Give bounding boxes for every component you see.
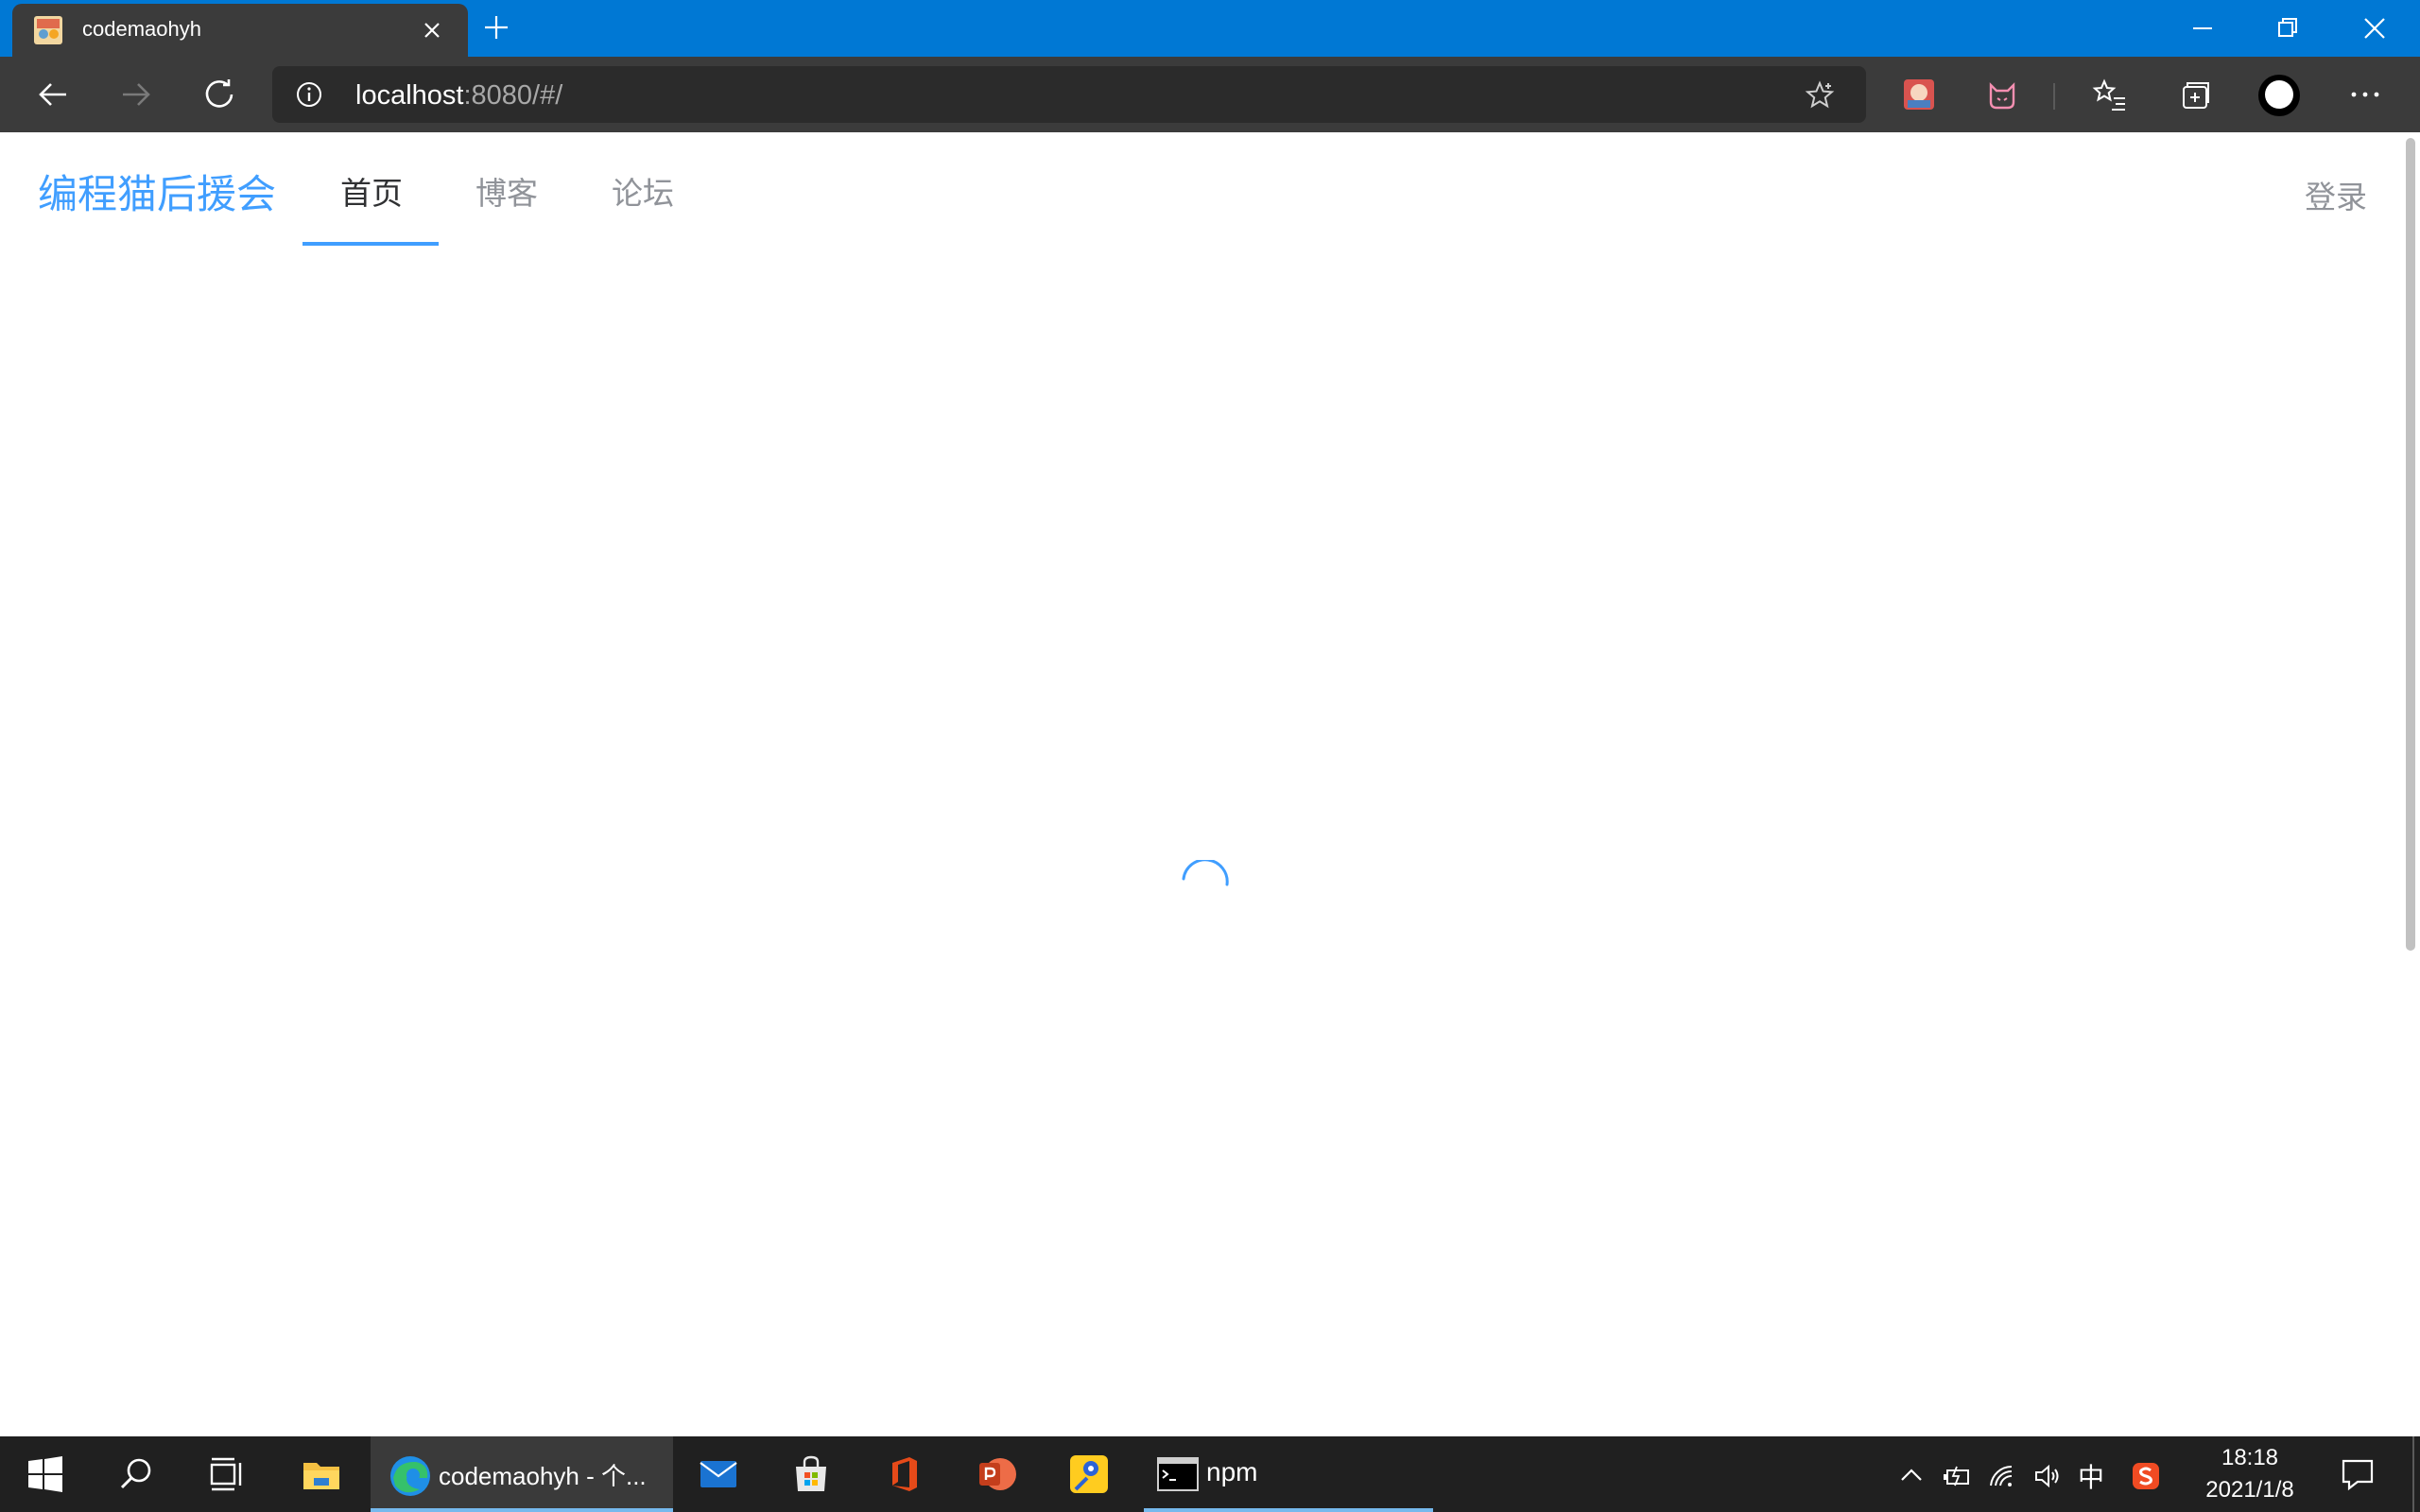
loading-spinner-icon: [1182, 860, 1229, 886]
nav-item-home[interactable]: 首页: [340, 168, 403, 214]
search-icon[interactable]: [115, 1453, 157, 1495]
browser-titlebar: codemaohyh: [0, 0, 2420, 57]
show-desktop-button[interactable]: [2412, 1436, 2414, 1512]
site-favicon-icon: [34, 16, 62, 44]
extension-cat-icon[interactable]: [1983, 76, 2021, 113]
windows-taskbar: codemaohyh - 个... npm 中 18:18 2021/1/8: [0, 1436, 2420, 1512]
task-view-icon[interactable]: [206, 1453, 248, 1495]
nav-active-underline: [302, 242, 439, 246]
window-minimize-icon[interactable]: [2184, 9, 2221, 47]
office-icon[interactable]: [883, 1453, 925, 1495]
notification-center-icon[interactable]: [2339, 1455, 2377, 1493]
tab-close-icon[interactable]: [419, 17, 445, 43]
window-close-icon[interactable]: [2356, 9, 2394, 47]
npm-window-label: npm: [1206, 1457, 1258, 1486]
extension-avatar-icon[interactable]: [1900, 76, 1938, 113]
chevron-up-icon[interactable]: [1896, 1461, 1927, 1491]
system-clock[interactable]: 18:18 2021/1/8: [2184, 1442, 2316, 1506]
browser-toolbar: localhost:8080/#/: [0, 57, 2420, 132]
toolbar-separator: [2053, 83, 2055, 110]
back-arrow-icon[interactable]: [32, 74, 74, 115]
window-restore-icon[interactable]: [2269, 9, 2307, 47]
command-prompt-icon: [1157, 1457, 1199, 1491]
npm-running-indicator: [1144, 1508, 1433, 1512]
site-info-icon[interactable]: [295, 80, 323, 109]
site-header: 编程猫后援会 首页 博客 论坛 登录: [0, 132, 2401, 248]
nav-item-blog[interactable]: 博客: [475, 168, 538, 214]
url-path: :8080/#/: [463, 80, 563, 111]
favorites-icon[interactable]: [2089, 74, 2131, 115]
clock-date: 2021/1/8: [2205, 1477, 2294, 1503]
powerpoint-icon[interactable]: [976, 1453, 1017, 1495]
taskbar-npm-window[interactable]: npm: [1144, 1436, 1433, 1512]
microsoft-store-icon[interactable]: [790, 1453, 832, 1495]
windows-start-icon[interactable]: [25, 1453, 66, 1495]
clock-time: 18:18: [2221, 1445, 2279, 1470]
login-link[interactable]: 登录: [2305, 172, 2367, 217]
url-host: localhost: [355, 80, 464, 111]
favorite-star-icon[interactable]: [1804, 79, 1836, 112]
maps-icon[interactable]: [1068, 1453, 1110, 1495]
site-logo[interactable]: 编程猫后援会: [38, 163, 276, 220]
more-options-icon[interactable]: [2344, 74, 2386, 115]
new-tab-icon[interactable]: [482, 13, 510, 42]
page-scrollbar-thumb[interactable]: [2406, 138, 2415, 951]
address-bar[interactable]: localhost:8080/#/: [272, 66, 1866, 123]
wifi-icon[interactable]: [1987, 1461, 2017, 1491]
refresh-icon[interactable]: [199, 74, 240, 115]
edge-running-indicator: [371, 1508, 673, 1512]
edge-browser-icon: [390, 1456, 430, 1496]
input-method-indicator[interactable]: 中: [2078, 1457, 2104, 1495]
forward-arrow-icon[interactable]: [115, 74, 157, 115]
web-page: 编程猫后援会 首页 博客 论坛 登录: [0, 132, 2420, 1436]
mail-icon[interactable]: [698, 1453, 739, 1495]
battery-icon[interactable]: [1942, 1461, 1972, 1491]
tab-title: codemaohyh: [82, 17, 201, 41]
file-explorer-icon[interactable]: [301, 1453, 342, 1495]
taskbar-edge-window[interactable]: codemaohyh - 个...: [371, 1436, 673, 1512]
address-url: localhost:8080/#/: [355, 80, 562, 112]
browser-tab-active[interactable]: codemaohyh: [12, 4, 468, 57]
edge-window-label: codemaohyh - 个...: [439, 1462, 647, 1490]
volume-icon[interactable]: [2032, 1461, 2063, 1491]
collections-icon[interactable]: [2174, 74, 2216, 115]
profile-avatar-icon[interactable]: [2257, 74, 2301, 117]
sogou-ime-icon[interactable]: [2131, 1461, 2161, 1491]
nav-item-forum[interactable]: 论坛: [612, 168, 674, 214]
